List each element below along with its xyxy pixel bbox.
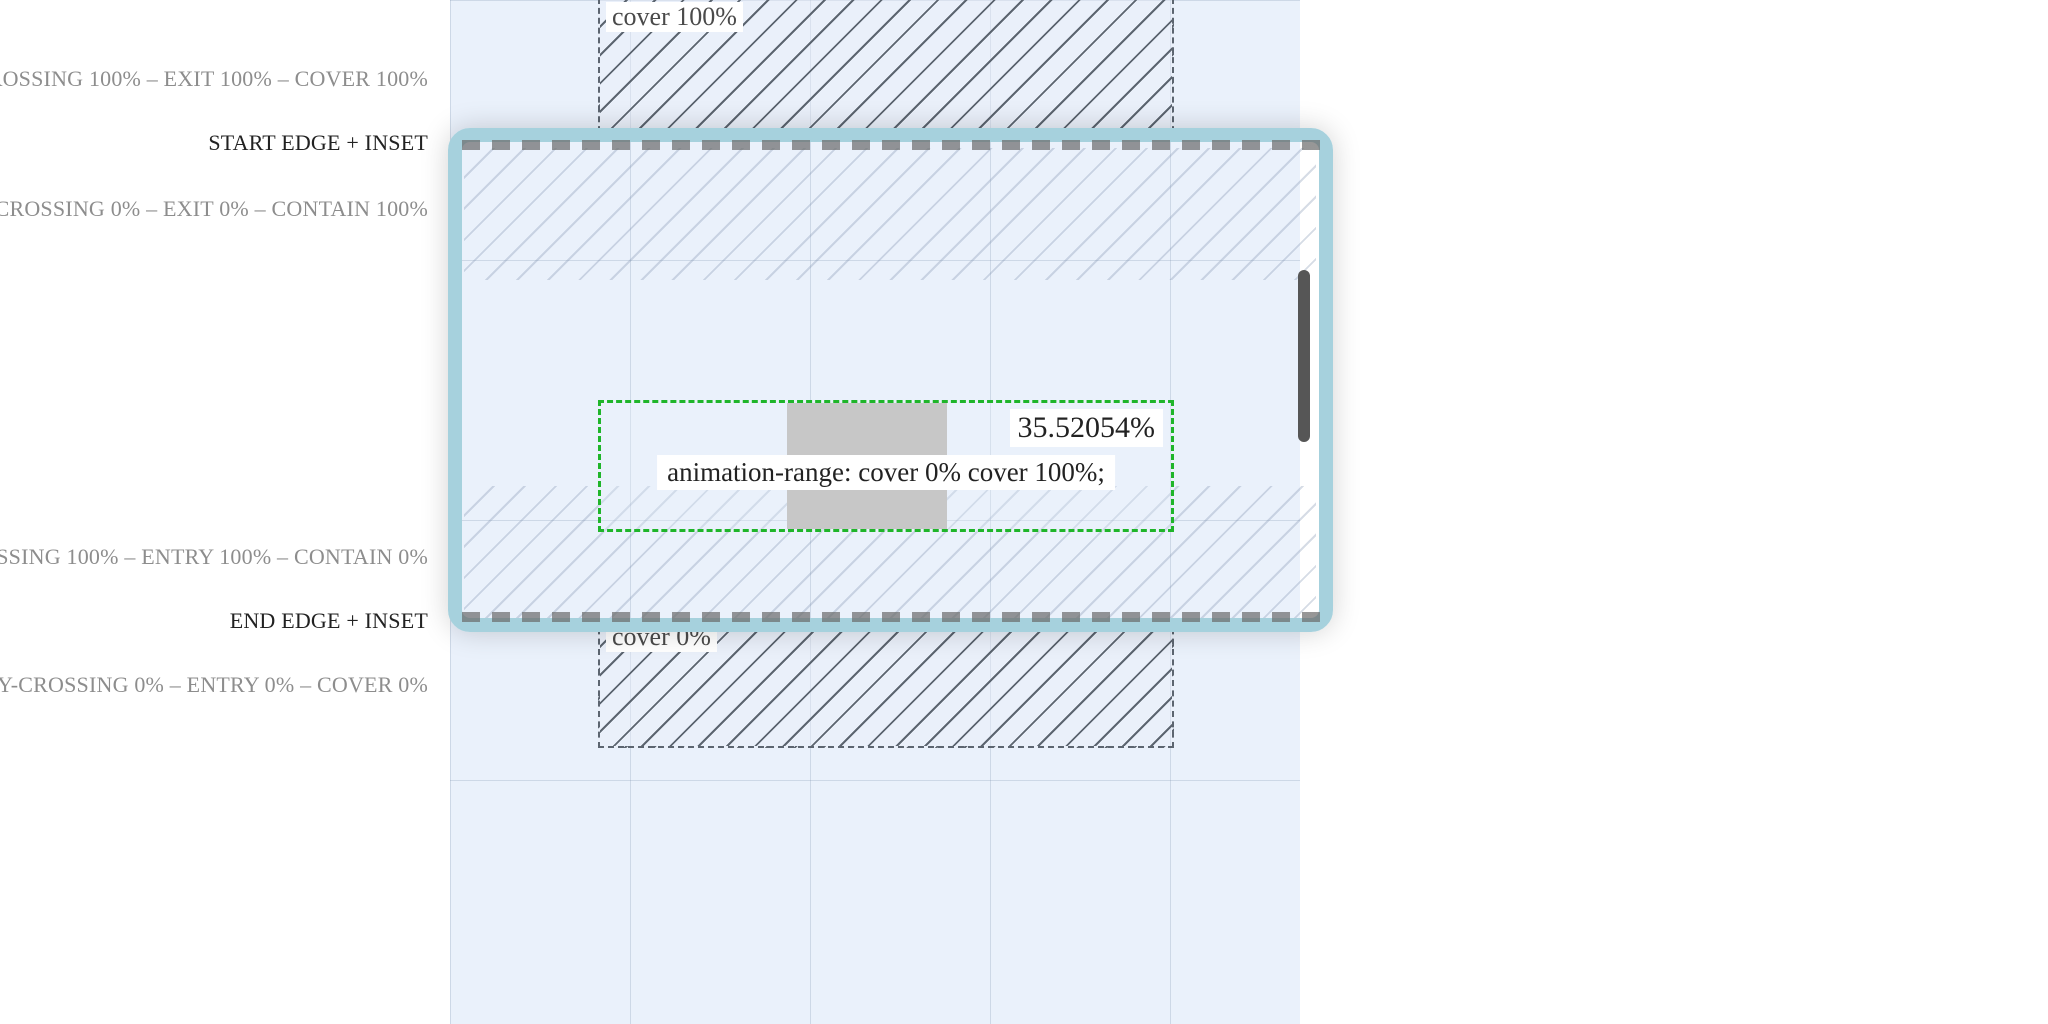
start-edge-line <box>462 140 1320 150</box>
label-entry-crossing-0: ENTRY-CROSSING 0% – ENTRY 0% – COVER 0% <box>0 672 428 698</box>
ghost-range-lower: cover 0% <box>598 618 1174 748</box>
subject-box: 35.52054% animation-range: cover 0% cove… <box>598 400 1174 532</box>
label-start-edge: START EDGE + INSET <box>208 130 428 156</box>
subject-range-text: animation-range: cover 0% cover 100%; <box>657 455 1115 490</box>
label-exit-crossing-100: EXIT-CROSSING 100% – EXIT 100% – COVER 1… <box>0 66 428 92</box>
label-entry-crossing-100: ENTRY-CROSSING 100% – ENTRY 100% – CONTA… <box>0 544 428 570</box>
ghost-upper-label: cover 100% <box>606 2 743 32</box>
viewport-frame <box>448 128 1333 632</box>
scrollbar-thumb[interactable] <box>1298 270 1310 442</box>
label-exit-crossing-0: EXIT-CROSSING 0% – EXIT 0% – CONTAIN 100… <box>0 196 428 222</box>
diagram-stage: cover 100% cover 0% 35.52054% animation-… <box>0 0 2048 1024</box>
end-edge-line <box>462 612 1320 622</box>
ghost-range-upper: cover 100% <box>598 0 1174 142</box>
label-end-edge: END EDGE + INSET <box>230 608 428 634</box>
subject-percent: 35.52054% <box>1010 409 1164 447</box>
